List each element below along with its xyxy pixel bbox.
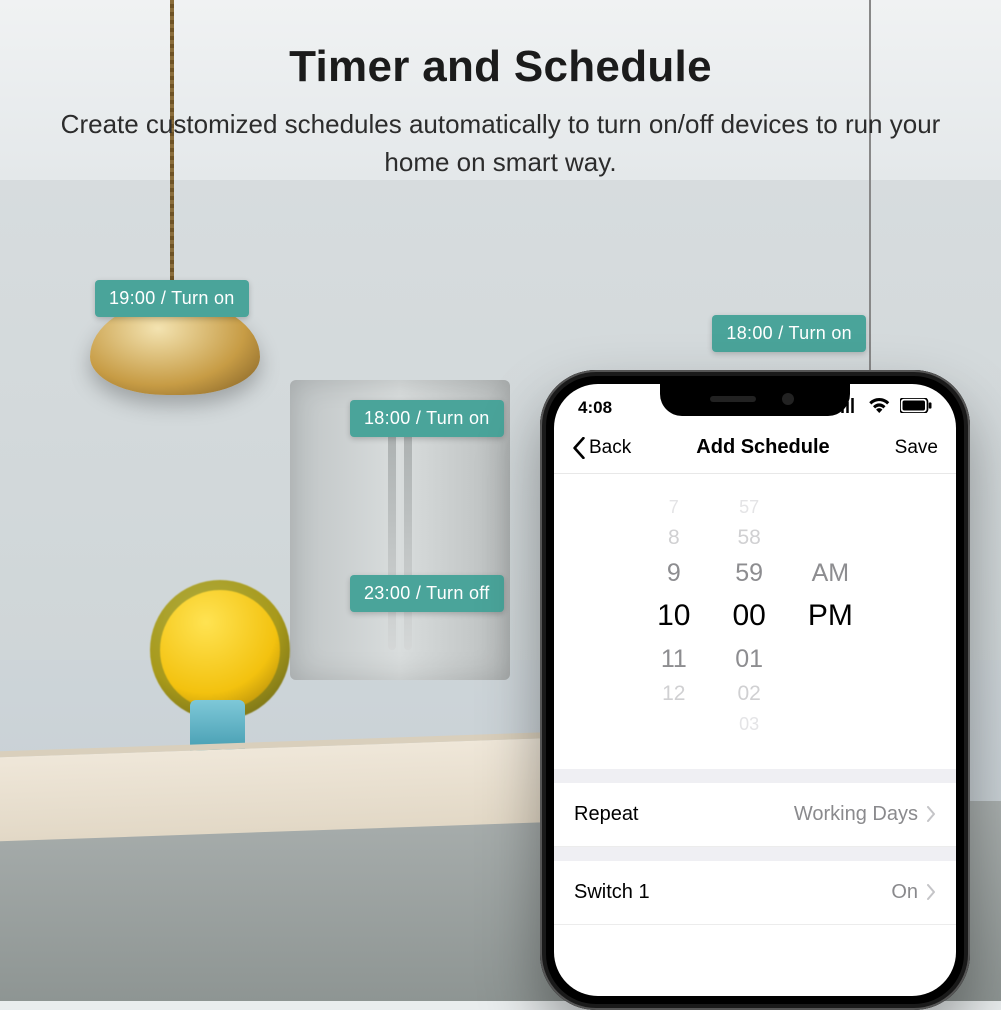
- switch-label: Switch 1: [574, 881, 650, 904]
- chevron-left-icon: [572, 437, 586, 459]
- schedule-tag-fridge: 18:00 / Turn on: [350, 400, 504, 437]
- save-button[interactable]: Save: [895, 437, 938, 459]
- repeat-row[interactable]: Repeat Working Days: [554, 783, 956, 847]
- switch-row[interactable]: Switch 1 On: [554, 861, 956, 925]
- phone-notch: [660, 384, 850, 416]
- switch-value: On: [891, 881, 918, 904]
- back-button[interactable]: Back: [572, 437, 631, 459]
- chevron-right-icon: [926, 884, 936, 900]
- status-time: 4:08: [578, 398, 612, 418]
- nav-title: Add Schedule: [696, 436, 829, 459]
- headline-title: Timer and Schedule: [0, 42, 1001, 92]
- phone-mockup: 4:08 Back Add Schedule Save 7 8 9: [540, 370, 970, 1010]
- repeat-label: Repeat: [574, 803, 639, 826]
- schedule-tag-ceiling: 18:00 / Turn on: [712, 315, 866, 352]
- wifi-icon: [868, 398, 891, 413]
- marketing-headline: Timer and Schedule Create customized sch…: [0, 42, 1001, 181]
- schedule-tag-oven: 23:00 / Turn off: [350, 575, 504, 612]
- picker-minute-column[interactable]: 57 58 59 00 01 02 03: [733, 494, 766, 739]
- chevron-right-icon: [926, 806, 936, 822]
- repeat-value: Working Days: [794, 803, 918, 826]
- picker-hour-column[interactable]: 7 8 9 10 11 12: [657, 494, 690, 739]
- row-separator: [554, 847, 956, 861]
- schedule-tag-lamp: 19:00 / Turn on: [95, 280, 249, 317]
- picker-period-column[interactable]: AM PM: [808, 494, 853, 739]
- time-picker[interactable]: 7 8 9 10 11 12 57 58 59 00 01 02 03: [554, 474, 956, 783]
- phone-screen: 4:08 Back Add Schedule Save 7 8 9: [554, 384, 956, 996]
- nav-bar: Back Add Schedule Save: [554, 420, 956, 474]
- headline-subtitle: Create customized schedules automaticall…: [51, 106, 951, 181]
- back-label: Back: [589, 437, 631, 459]
- battery-icon: [900, 398, 933, 413]
